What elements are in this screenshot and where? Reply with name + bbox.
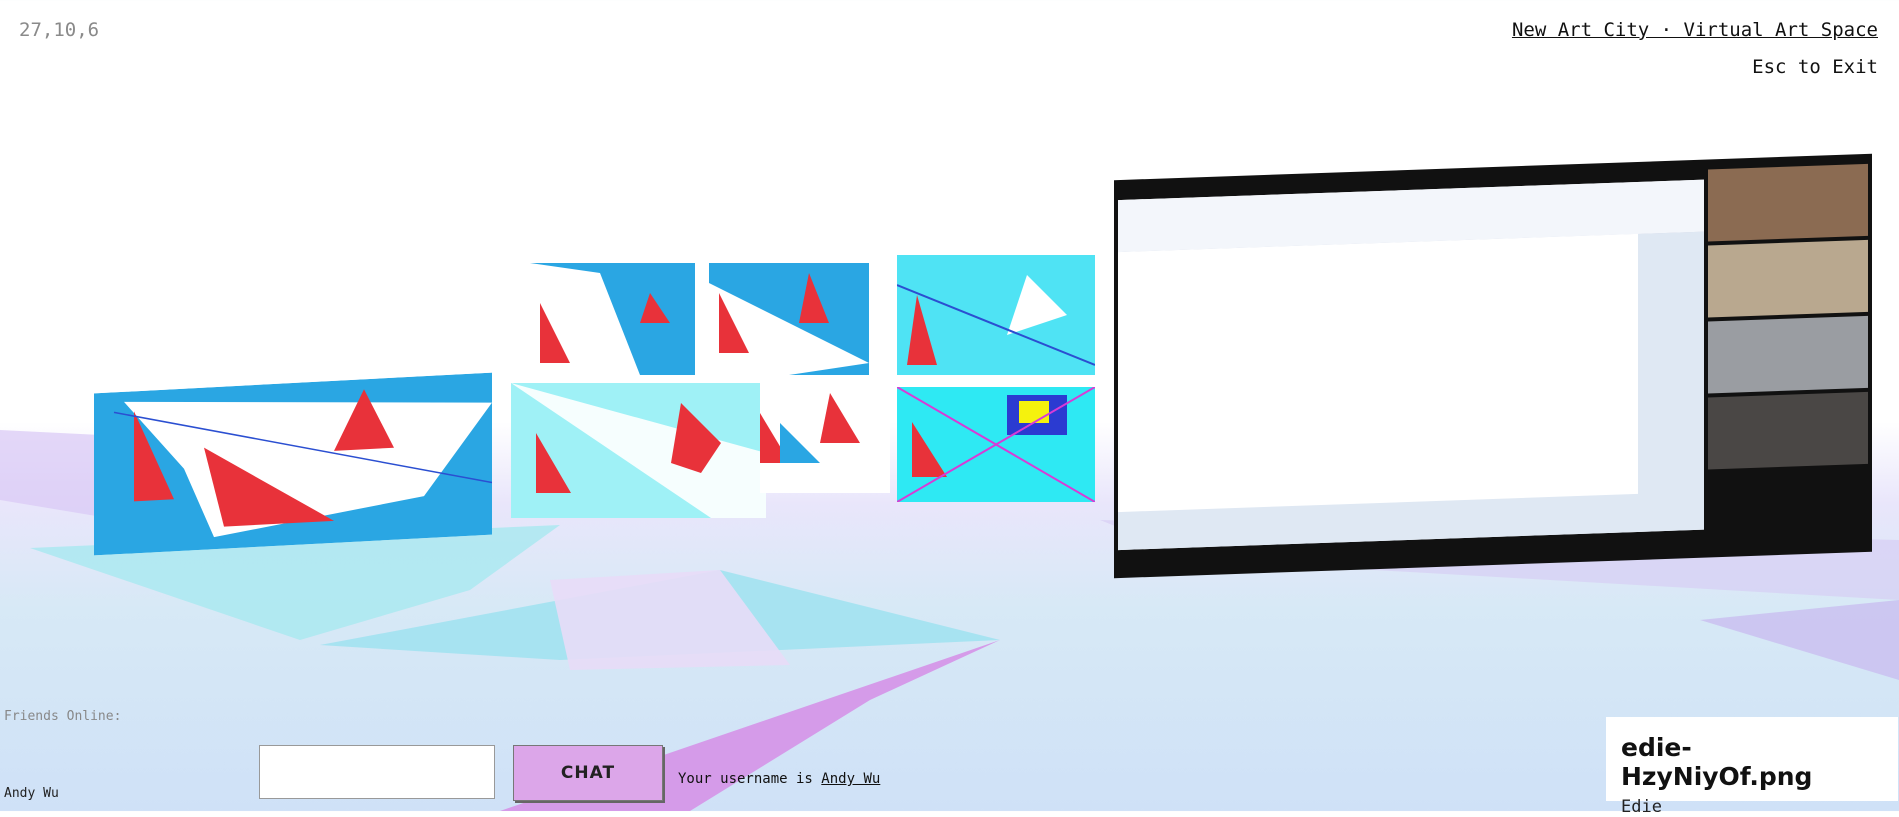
artwork-info-card: edie-HzyNiyOf.png Edie bbox=[1606, 717, 1898, 817]
chat-button[interactable]: CHAT bbox=[513, 745, 663, 801]
paint-canvas-area bbox=[1118, 231, 1704, 551]
coordinates-readout: 27,10,6 bbox=[19, 19, 100, 41]
friend-name[interactable]: Andy Wu bbox=[4, 786, 59, 801]
username-link[interactable]: Andy Wu bbox=[821, 771, 880, 787]
artwork-large-left[interactable] bbox=[94, 372, 492, 556]
site-title-link[interactable]: New Art City · Virtual Art Space bbox=[1512, 19, 1878, 41]
video-tile-3 bbox=[1708, 315, 1868, 394]
artwork-top-1[interactable] bbox=[530, 263, 695, 375]
video-tile-1 bbox=[1708, 163, 1868, 242]
artwork-bottom-2[interactable] bbox=[760, 383, 890, 493]
artwork-top-2[interactable] bbox=[709, 263, 869, 375]
artwork-bottom-1[interactable] bbox=[511, 383, 766, 518]
artwork-image bbox=[897, 255, 1095, 375]
chat-input[interactable] bbox=[259, 745, 495, 799]
friends-online-label: Friends Online: bbox=[4, 709, 122, 724]
artwork-image bbox=[709, 263, 869, 375]
artwork-image bbox=[530, 263, 695, 375]
artwork-bottom-3[interactable] bbox=[897, 387, 1095, 502]
username-line: Your username is Andy Wu bbox=[678, 771, 880, 787]
artwork-artist: Edie bbox=[1621, 797, 1662, 817]
username-prefix: Your username is bbox=[678, 771, 822, 787]
artwork-filename: edie-HzyNiyOf.png bbox=[1621, 733, 1813, 791]
artwork-image bbox=[94, 372, 492, 556]
exit-hint: Esc to Exit bbox=[1752, 56, 1878, 78]
paint-window bbox=[1118, 179, 1704, 551]
video-tile-2 bbox=[1708, 239, 1868, 318]
artwork-image bbox=[760, 383, 890, 493]
artwork-image bbox=[511, 383, 766, 518]
paint-canvas bbox=[1118, 233, 1638, 513]
screen-share-panel[interactable] bbox=[1114, 153, 1872, 579]
artwork-image bbox=[897, 387, 1095, 502]
artwork-top-3[interactable] bbox=[897, 255, 1095, 375]
video-tile-4 bbox=[1708, 391, 1868, 470]
virtual-gallery-scene[interactable] bbox=[0, 0, 1899, 811]
